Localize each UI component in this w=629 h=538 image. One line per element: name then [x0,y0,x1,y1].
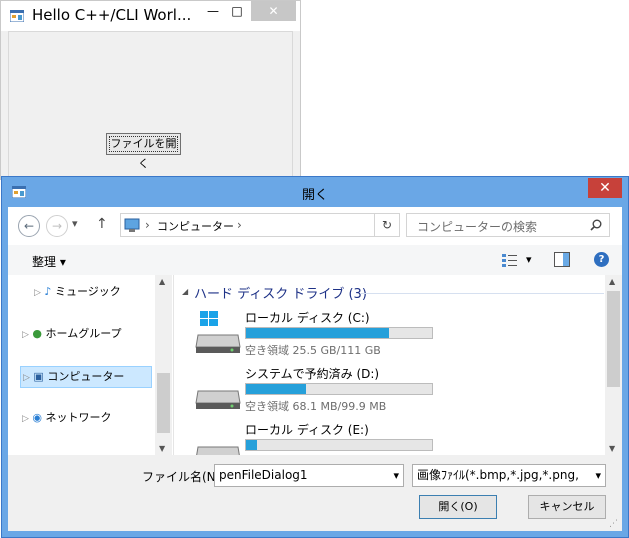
address-bar[interactable]: › コンピューター › ↻ [120,213,400,237]
chevron-down-icon[interactable]: ▾ [595,465,601,486]
chevron-down-icon[interactable]: ▾ [393,465,399,486]
drive-item-c[interactable]: ローカル ディスク (C:) 空き領域 25.5 GB/111 GB [184,309,604,359]
file-list-pane: ◢ ハード ディスク ドライブ (3) ローカル ディスク (C:) 空き領域 … [174,275,622,455]
group-divider [360,293,604,294]
drive-free-space: 空き領域 25.5 GB/111 GB [245,344,381,357]
resize-grip-icon[interactable]: ⋰ [609,519,618,529]
drive-usage-bar [245,327,433,339]
drive-usage-fill [246,384,306,394]
drive-name: ローカル ディスク (C:) [245,311,370,325]
group-collapse-icon[interactable]: ◢ [182,287,188,296]
parent-client-area [8,31,293,179]
nav-item-label: ネットワーク [45,411,112,424]
app-icon [10,10,24,22]
dialog-footer: ファイル名(N): penFileDialog1 ▾ 画像ﾌｧｲﾙ(*.bmp,… [8,455,622,531]
music-note-icon: ♪ [44,285,52,298]
recent-locations-button[interactable]: ▾ [72,217,78,230]
forward-button[interactable]: → [46,215,68,237]
parent-title: Hello C++/CLI Worl... [32,6,192,24]
expander-icon[interactable]: ▷ [22,414,29,424]
open-file-dialog: 開く ✕ ← → ▾ ↑ › コンピューター › ↻ コンピューターの検索 整理… [1,176,629,538]
filename-label: ファイル名(N): [142,470,225,484]
scroll-down-arrow[interactable]: ▼ [159,444,165,453]
view-options-icon[interactable] [502,253,518,267]
nav-item-label: ミュージック [54,285,121,298]
nav-item-music[interactable]: ▷ ♪ ミュージック [34,282,121,302]
nav-scrollbar[interactable]: ▲ ▼ [155,275,172,455]
expander-icon[interactable]: ▷ [34,288,41,298]
expander-icon[interactable]: ▷ [22,330,29,340]
minimize-button[interactable]: — [199,1,227,21]
nav-item-label: コンピューター [47,370,125,383]
expander-icon[interactable]: ▷ [23,373,30,383]
breadcrumb-separator-end[interactable]: › [237,218,242,232]
refresh-button[interactable]: ↻ [374,214,399,236]
nav-item-network[interactable]: ▷ ◉ ネットワーク [22,408,112,428]
open-button[interactable]: 開く(O) [419,495,497,519]
scroll-up-arrow[interactable]: ▲ [609,277,615,286]
drive-free-space: 空き領域 68.1 MB/99.9 MB [245,400,387,413]
drive-item-d[interactable]: システムで予約済み (D:) 空き領域 68.1 MB/99.9 MB [184,365,604,415]
breadcrumb-separator[interactable]: › [145,218,150,232]
drive-name: ローカル ディスク (E:) [245,423,369,437]
parent-window: Hello C++/CLI Worl... — □ ✕ ファイルを開く [0,0,301,180]
network-globe-icon: ◉ [32,411,43,424]
view-dropdown-arrow[interactable]: ▾ [526,253,532,266]
nav-item-computer[interactable]: ▷ ▣ コンピューター [20,366,152,388]
drive-name: システムで予約済み (D:) [245,367,380,381]
filename-value: penFileDialog1 [219,468,308,482]
scroll-thumb[interactable] [607,291,620,387]
file-type-select[interactable]: 画像ﾌｧｲﾙ(*.bmp,*.jpg,*.png, ▾ [412,464,606,487]
windows-drive-icon [195,311,241,353]
drive-usage-bar [245,383,433,395]
scroll-down-arrow[interactable]: ▼ [609,444,615,453]
group-header: ハード ディスク ドライブ (3) [194,287,367,302]
back-button[interactable]: ← [18,215,40,237]
computer-icon: ▣ [33,370,44,383]
navigation-pane: ▷ ♪ ミュージック ▷ ● ホームグループ ▷ ▣ コンピューター ▷ ◉ ネ… [8,275,174,455]
help-icon[interactable]: ? [594,252,609,267]
content-scrollbar[interactable]: ▲ ▼ [605,275,622,455]
drive-usage-fill [246,440,258,450]
hard-drive-icon [196,446,240,455]
nav-item-homegroup[interactable]: ▷ ● ホームグループ [22,324,122,344]
hard-drive-icon [195,390,241,409]
drive-item-e[interactable]: ローカル ディスク (E:) [184,421,604,455]
maximize-button[interactable]: □ [225,1,249,21]
organize-menu-button[interactable]: 整理 ▾ [32,253,66,270]
scroll-thumb[interactable] [157,373,170,433]
dialog-title: 開く [301,188,328,203]
command-bar: 整理 ▾ ▾ ? [8,245,622,275]
preview-pane-icon[interactable] [554,252,570,267]
dialog-close-button[interactable]: ✕ [588,178,622,198]
search-box[interactable]: コンピューターの検索 [406,213,610,237]
filename-input[interactable]: penFileDialog1 ▾ [214,464,404,487]
parent-titlebar[interactable]: Hello C++/CLI Worl... — □ ✕ [1,1,300,31]
cancel-button[interactable]: キャンセル [528,495,606,519]
drive-usage-bar [245,439,433,451]
breadcrumb-computer[interactable]: コンピューター [157,218,234,234]
scroll-up-arrow[interactable]: ▲ [159,277,165,286]
dialog-titlebar[interactable]: 開く ✕ [2,177,628,207]
search-placeholder: コンピューターの検索 [417,220,538,234]
search-icon[interactable] [590,219,602,231]
dialog-body: ← → ▾ ↑ › コンピューター › ↻ コンピューターの検索 整理 ▾ ▾ … [8,207,622,531]
file-type-value: 画像ﾌｧｲﾙ(*.bmp,*.jpg,*.png, [417,468,579,482]
homegroup-icon: ● [32,327,43,340]
up-button[interactable]: ↑ [96,216,108,232]
open-file-button[interactable]: ファイルを開く [106,133,181,170]
drive-usage-fill [246,328,390,338]
close-button[interactable]: ✕ [251,1,296,21]
computer-icon [124,218,140,232]
nav-item-label: ホームグループ [45,327,122,340]
